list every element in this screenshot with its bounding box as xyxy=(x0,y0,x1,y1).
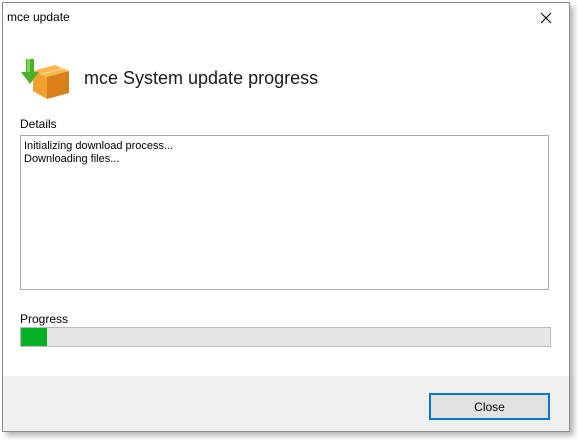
page-title: mce System update progress xyxy=(84,68,319,88)
close-button[interactable]: Close xyxy=(429,393,550,420)
log-line: Initializing download process... xyxy=(24,140,174,152)
title-bar[interactable]: mce update xyxy=(3,3,569,33)
package-download-icon xyxy=(19,55,71,103)
details-log[interactable]: Initializing download process... Downloa… xyxy=(20,135,549,290)
details-label: Details xyxy=(20,117,57,131)
progress-bar xyxy=(20,327,551,347)
close-icon[interactable] xyxy=(527,3,565,33)
progress-label: Progress xyxy=(20,312,69,326)
window-title: mce update xyxy=(7,10,70,24)
update-dialog: mce update mce System update progress De… xyxy=(2,2,570,432)
progress-fill xyxy=(21,328,48,346)
dialog-footer: Close xyxy=(3,376,569,431)
log-line: Downloading files... xyxy=(24,153,120,165)
